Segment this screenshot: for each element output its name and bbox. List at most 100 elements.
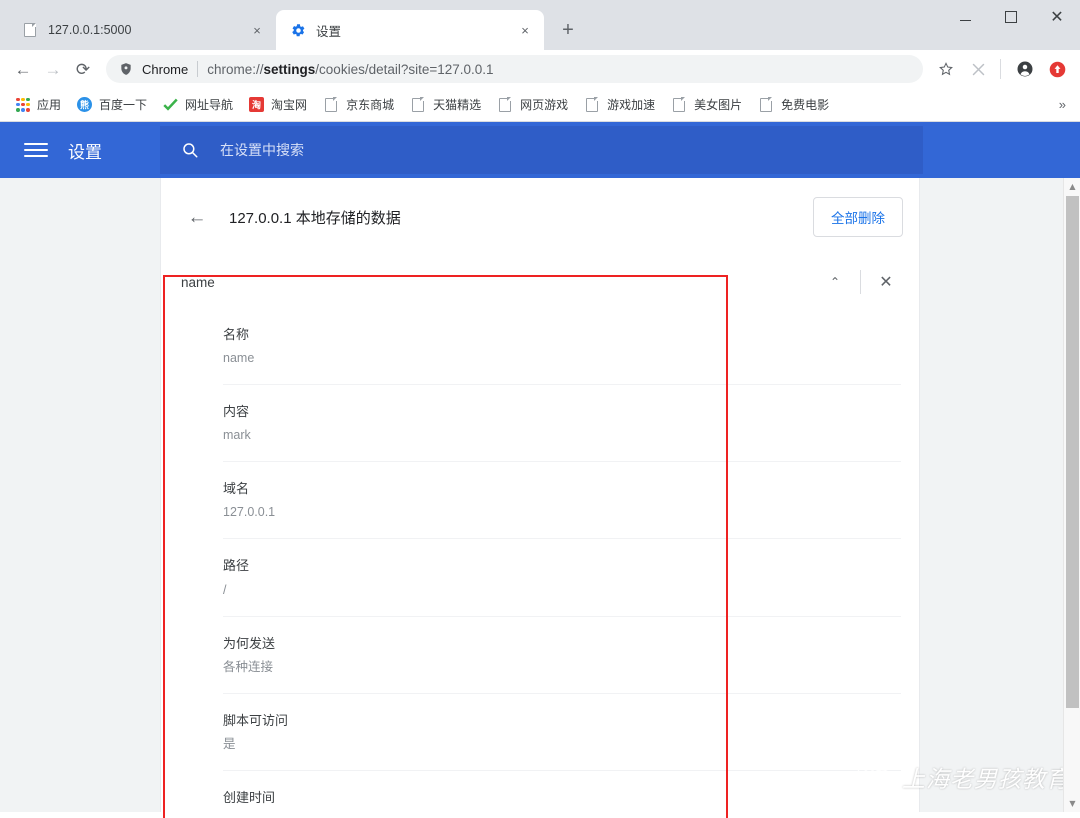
bookmark-label: 应用 bbox=[37, 98, 62, 112]
field-label: 创建时间 bbox=[223, 789, 276, 805]
watermark-text: 上海老男孩教育 bbox=[902, 766, 1070, 792]
cookie-field-name: 名称 name bbox=[223, 308, 901, 386]
scroll-down-arrow-icon[interactable]: ▼ bbox=[1064, 795, 1080, 812]
cookie-detail-panel: name ⌃ ✕ 名称 name 内容 mark 域名 127.0.0.1 路径… bbox=[161, 256, 919, 812]
chevron-up-icon[interactable]: ⌃ bbox=[818, 265, 852, 299]
bookmarks-overflow-button[interactable]: » bbox=[1053, 97, 1072, 112]
bookmark-label: 淘宝网 bbox=[271, 98, 308, 112]
cookie-field-send-for: 为何发送 各种连接 bbox=[223, 617, 901, 694]
page-icon bbox=[497, 97, 513, 113]
toolbar-divider bbox=[1000, 59, 1001, 79]
bookmark-label: 网址导航 bbox=[185, 98, 234, 112]
field-label: 脚本可访问 bbox=[223, 712, 289, 728]
address-bar[interactable]: Chrome chrome://settings/cookies/detail?… bbox=[106, 55, 923, 83]
field-label: 路径 bbox=[223, 558, 250, 574]
field-value: name bbox=[223, 351, 255, 366]
field-label: 为何发送 bbox=[223, 635, 276, 651]
field-value: 127.0.0.1 bbox=[223, 505, 276, 520]
url-suffix: /cookies/detail?site=127.0.0.1 bbox=[315, 61, 494, 77]
back-icon[interactable]: ← bbox=[8, 54, 38, 84]
bookmark-label: 游戏加速 bbox=[607, 98, 656, 112]
minimize-button[interactable] bbox=[942, 0, 988, 34]
bookmarks-bar: 应用 熊 百度一下 网址导航 淘 淘宝网 京东商城 天猫精选 网页游戏 游戏加速… bbox=[0, 88, 1080, 122]
page-scrollbar[interactable]: ▲ ▼ bbox=[1063, 178, 1080, 812]
bookmark-hao123[interactable]: 网址导航 bbox=[155, 92, 241, 117]
watermark: 上海老男孩教育 bbox=[856, 759, 1070, 794]
field-label: 内容 bbox=[223, 404, 250, 420]
field-value: mark bbox=[223, 428, 251, 443]
bookmark-jd[interactable]: 京东商城 bbox=[315, 92, 402, 117]
scroll-up-arrow-icon[interactable]: ▲ bbox=[1064, 178, 1080, 195]
page-icon bbox=[410, 97, 426, 113]
bookmark-webgames[interactable]: 网页游戏 bbox=[489, 92, 576, 117]
settings-search-box[interactable]: 在设置中搜索 bbox=[160, 126, 923, 174]
scrollbar-thumb[interactable] bbox=[1066, 196, 1079, 708]
tab-settings[interactable]: 设置 × bbox=[276, 10, 544, 50]
field-value: 各种连接 bbox=[223, 659, 274, 674]
tab-127-0-0-1-5000[interactable]: 127.0.0.1:5000 × bbox=[8, 10, 276, 50]
tab-close-icon[interactable]: × bbox=[516, 21, 534, 39]
back-arrow-icon[interactable]: ← bbox=[179, 199, 215, 235]
bookmark-label: 网页游戏 bbox=[520, 98, 569, 112]
browser-toolbar: ← → ⟳ Chrome chrome://settings/cookies/d… bbox=[0, 50, 1080, 88]
page-title: 127.0.0.1 本地存储的数据 bbox=[229, 209, 401, 227]
omnibox-scheme-label: Chrome bbox=[142, 61, 189, 77]
extension-icon[interactable] bbox=[963, 54, 993, 84]
bookmark-baidu[interactable]: 熊 百度一下 bbox=[69, 92, 155, 117]
reload-icon[interactable]: ⟳ bbox=[68, 54, 98, 84]
settings-content-card: ← 127.0.0.1 本地存储的数据 全部删除 name ⌃ ✕ 名称 nam… bbox=[160, 178, 920, 812]
profile-avatar-icon[interactable] bbox=[1010, 54, 1040, 84]
settings-page-body: ← 127.0.0.1 本地存储的数据 全部删除 name ⌃ ✕ 名称 nam… bbox=[0, 178, 1080, 812]
forward-icon[interactable]: → bbox=[38, 54, 68, 84]
bookmark-game-accel[interactable]: 游戏加速 bbox=[576, 92, 663, 117]
bookmark-apps[interactable]: 应用 bbox=[8, 92, 69, 117]
bookmark-tmall[interactable]: 天猫精选 bbox=[402, 92, 489, 117]
url-prefix: chrome:// bbox=[207, 61, 264, 77]
omnibox-divider bbox=[197, 61, 199, 77]
new-tab-button[interactable]: + bbox=[554, 16, 582, 44]
cookie-name-label: name bbox=[181, 274, 215, 290]
bookmark-label: 京东商城 bbox=[346, 98, 395, 112]
window-controls: ✕ bbox=[942, 0, 1080, 34]
bookmark-free-movies[interactable]: 免费电影 bbox=[750, 92, 837, 117]
field-value: 2019年2月21日星期四 下午3:31:23 bbox=[223, 811, 901, 812]
bookmark-label: 免费电影 bbox=[781, 98, 830, 112]
delete-all-button[interactable]: 全部删除 bbox=[813, 197, 903, 237]
search-icon bbox=[180, 140, 200, 160]
close-window-button[interactable]: ✕ bbox=[1034, 0, 1080, 34]
detail-page-header: ← 127.0.0.1 本地存储的数据 全部删除 bbox=[161, 178, 919, 256]
field-value: / bbox=[223, 582, 227, 597]
settings-header: 设置 在设置中搜索 bbox=[0, 122, 1080, 178]
page-icon bbox=[323, 97, 339, 113]
bookmark-label: 天猫精选 bbox=[433, 98, 482, 112]
cookie-field-script-accessible: 脚本可访问 是 bbox=[223, 694, 901, 771]
tab-title: 127.0.0.1:5000 bbox=[48, 23, 132, 37]
page-icon bbox=[671, 97, 687, 113]
settings-search-placeholder: 在设置中搜索 bbox=[220, 142, 304, 158]
cookie-panel-header: name ⌃ ✕ bbox=[161, 256, 919, 308]
bookmark-label: 美女图片 bbox=[694, 98, 743, 112]
cookie-field-created: 创建时间 2019年2月21日星期四 下午3:31:23 bbox=[223, 771, 901, 812]
header-divider bbox=[860, 270, 861, 294]
tab-close-icon[interactable]: × bbox=[248, 21, 266, 39]
field-label: 名称 bbox=[223, 327, 250, 342]
page-icon bbox=[22, 22, 38, 38]
taobao-icon: 淘 bbox=[249, 97, 265, 112]
apps-grid-icon bbox=[16, 97, 30, 112]
url-bold-segment: settings bbox=[263, 61, 316, 77]
bookmark-photos[interactable]: 美女图片 bbox=[663, 92, 750, 117]
menu-icon[interactable] bbox=[24, 139, 48, 161]
right-gutter bbox=[920, 178, 1080, 812]
cookie-field-path: 路径 / bbox=[223, 539, 901, 617]
update-menu-icon[interactable] bbox=[1042, 54, 1072, 84]
cookie-field-content: 内容 mark bbox=[223, 385, 901, 463]
bookmark-star-icon[interactable] bbox=[931, 54, 961, 84]
page-icon bbox=[758, 97, 774, 113]
wechat-icon bbox=[856, 759, 894, 794]
close-icon[interactable]: ✕ bbox=[869, 265, 903, 299]
maximize-button[interactable] bbox=[988, 0, 1034, 34]
bookmark-taobao[interactable]: 淘 淘宝网 bbox=[241, 92, 315, 117]
left-gutter bbox=[0, 178, 160, 812]
tab-title: 设置 bbox=[316, 24, 342, 39]
settings-title: 设置 bbox=[68, 142, 102, 162]
